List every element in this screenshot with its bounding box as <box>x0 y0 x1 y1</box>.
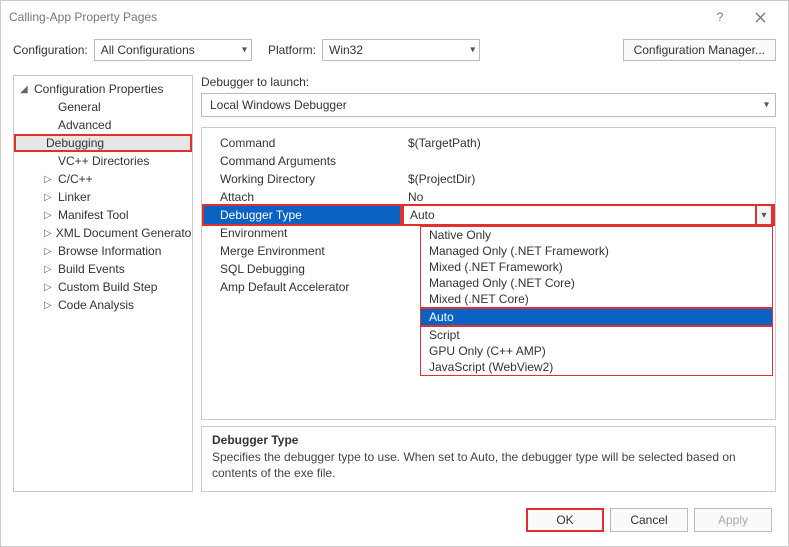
dropdown-option[interactable]: Mixed (.NET Core) <box>421 291 772 307</box>
dropdown-option[interactable]: Managed Only (.NET Core) <box>421 275 772 291</box>
tree-item-general[interactable]: General <box>14 98 192 116</box>
expand-icon[interactable]: ▷ <box>44 300 54 311</box>
tree-item-vc-directories[interactable]: VC++ Directories <box>14 152 192 170</box>
expand-icon[interactable]: ▷ <box>44 246 54 257</box>
tree-item-c-c-[interactable]: ▷ C/C++ <box>14 170 192 188</box>
dropdown-option[interactable]: Native Only <box>421 227 772 243</box>
expand-icon[interactable]: ▷ <box>44 228 52 239</box>
titlebar: Calling-App Property Pages ? <box>1 1 788 33</box>
tree-item-code-analysis[interactable]: ▷ Code Analysis <box>14 296 192 314</box>
chevron-down-icon: ▾ <box>242 45 247 56</box>
window-title: Calling-App Property Pages <box>9 10 700 24</box>
platform-label: Platform: <box>268 43 316 57</box>
tree-item-label: Debugging <box>46 136 104 150</box>
tree-root-label: Configuration Properties <box>34 82 163 96</box>
tree-item-label: Browse Information <box>58 244 161 258</box>
property-value[interactable]: $(TargetPath) <box>402 136 775 150</box>
tree-item-label: XML Document Generator <box>56 226 193 240</box>
expand-icon[interactable]: ▷ <box>44 192 54 203</box>
property-name: Working Directory <box>202 172 402 186</box>
configuration-manager-button[interactable]: Configuration Manager... <box>623 39 776 61</box>
grid-row[interactable]: Command$(TargetPath) <box>202 134 775 152</box>
chevron-down-icon: ▾ <box>470 45 475 56</box>
ok-button[interactable]: OK <box>526 508 604 532</box>
close-icon[interactable] <box>740 1 780 33</box>
tree-root[interactable]: ◢ Configuration Properties <box>14 80 192 98</box>
property-value[interactable]: No <box>402 190 775 204</box>
debugger-type-dropdown[interactable]: Native OnlyManaged Only (.NET Framework)… <box>420 226 773 376</box>
property-value[interactable]: $(ProjectDir) <box>402 172 775 186</box>
property-value[interactable]: Auto▾ <box>402 204 775 226</box>
tree-item-label: VC++ Directories <box>58 154 149 168</box>
property-name: Command <box>202 136 402 150</box>
grid-row[interactable]: Working Directory$(ProjectDir) <box>202 170 775 188</box>
tree-item-linker[interactable]: ▷ Linker <box>14 188 192 206</box>
tree-item-browse-information[interactable]: ▷ Browse Information <box>14 242 192 260</box>
tree-item-label: Custom Build Step <box>58 280 157 294</box>
dropdown-option[interactable]: Mixed (.NET Framework) <box>421 259 772 275</box>
expand-icon[interactable]: ▷ <box>44 210 54 221</box>
apply-button[interactable]: Apply <box>694 508 772 532</box>
configuration-value: All Configurations <box>101 43 195 57</box>
tree-item-label: Build Events <box>58 262 125 276</box>
tree-item-label: Code Analysis <box>58 298 134 312</box>
dialog-footer: OK Cancel Apply <box>1 500 788 546</box>
tree-item-custom-build-step[interactable]: ▷ Custom Build Step <box>14 278 192 296</box>
grid-row[interactable]: Debugger TypeAuto▾ <box>202 206 775 224</box>
tree-item-label: Manifest Tool <box>58 208 128 222</box>
platform-value: Win32 <box>329 43 363 57</box>
platform-combo[interactable]: Win32 ▾ <box>322 39 480 61</box>
configuration-label: Configuration: <box>13 43 88 57</box>
property-grid: Command$(TargetPath)Command ArgumentsWor… <box>201 127 776 420</box>
chevron-down-icon: ▾ <box>764 100 769 111</box>
property-name: Attach <box>202 190 402 204</box>
expand-icon[interactable]: ▷ <box>44 282 54 293</box>
expand-icon[interactable]: ▷ <box>44 264 54 275</box>
main-panel: Debugger to launch: Local Windows Debugg… <box>201 75 776 492</box>
property-name: Environment <box>202 226 402 240</box>
tree-item-label: Advanced <box>58 118 111 132</box>
tree-item-xml-document-generator[interactable]: ▷ XML Document Generator <box>14 224 192 242</box>
property-name: Merge Environment <box>202 244 402 258</box>
configuration-combo[interactable]: All Configurations ▾ <box>94 39 252 61</box>
dropdown-option[interactable]: Script <box>421 327 772 343</box>
property-name: SQL Debugging <box>202 262 402 276</box>
property-name: Debugger Type <box>202 204 402 226</box>
expand-icon[interactable]: ▷ <box>44 174 54 185</box>
tree-item-label: Linker <box>58 190 91 204</box>
dropdown-button[interactable]: ▾ <box>755 204 773 226</box>
tree-item-label: General <box>58 100 101 114</box>
dropdown-option[interactable]: GPU Only (C++ AMP) <box>421 343 772 359</box>
help-icon[interactable]: ? <box>700 1 740 33</box>
collapse-icon[interactable]: ◢ <box>20 84 30 95</box>
property-name: Amp Default Accelerator <box>202 280 402 294</box>
debugger-launch-value: Local Windows Debugger <box>210 98 347 112</box>
property-name: Command Arguments <box>202 154 402 168</box>
property-tree[interactable]: ◢ Configuration Properties General Advanc… <box>13 75 193 492</box>
cancel-button[interactable]: Cancel <box>610 508 688 532</box>
dropdown-option[interactable]: Auto <box>421 307 772 327</box>
tree-item-advanced[interactable]: Advanced <box>14 116 192 134</box>
property-pages-window: Calling-App Property Pages ? Configurati… <box>0 0 789 547</box>
description-text: Specifies the debugger type to use. When… <box>212 449 765 481</box>
debugger-launch-label: Debugger to launch: <box>201 75 776 89</box>
dropdown-option[interactable]: Managed Only (.NET Framework) <box>421 243 772 259</box>
tree-item-label: C/C++ <box>58 172 93 186</box>
grid-row[interactable]: Command Arguments <box>202 152 775 170</box>
dropdown-option[interactable]: JavaScript (WebView2) <box>421 359 772 375</box>
description-title: Debugger Type <box>212 433 765 447</box>
description-panel: Debugger Type Specifies the debugger typ… <box>201 426 776 492</box>
tree-item-debugging[interactable]: Debugging <box>14 134 192 152</box>
tree-item-manifest-tool[interactable]: ▷ Manifest Tool <box>14 206 192 224</box>
configuration-bar: Configuration: All Configurations ▾ Plat… <box>1 33 788 75</box>
debugger-launch-combo[interactable]: Local Windows Debugger ▾ <box>201 93 776 117</box>
tree-item-build-events[interactable]: ▷ Build Events <box>14 260 192 278</box>
